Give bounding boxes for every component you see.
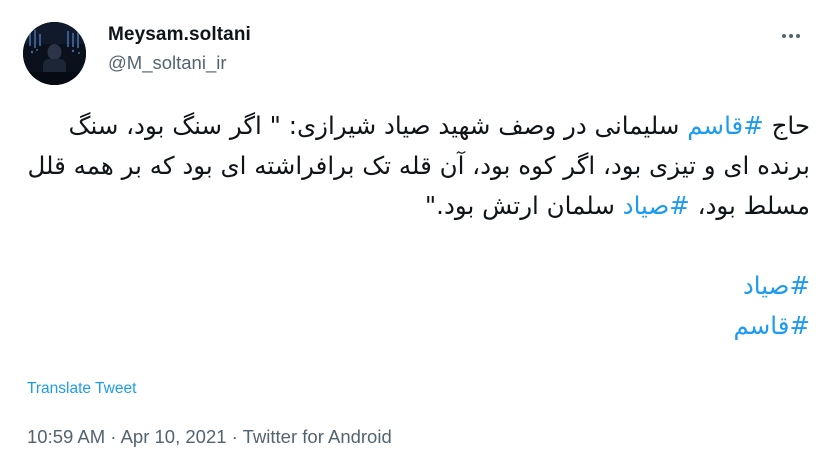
tweet-source[interactable]: Twitter for Android <box>243 426 392 447</box>
hashtag-link-sayad-2[interactable]: #صیاد <box>743 271 810 300</box>
meta-separator: · <box>105 426 121 447</box>
more-horizontal-icon <box>782 34 800 38</box>
tweet-text-prefix: حاج <box>763 111 810 140</box>
more-options-button[interactable] <box>779 26 803 46</box>
user-handle[interactable]: @M_soltani_ir <box>108 52 227 74</box>
hashtag-list: #صیاد <box>20 266 810 306</box>
translate-tweet-link[interactable]: Translate Tweet <box>27 380 136 398</box>
avatar[interactable] <box>23 22 86 85</box>
hashtag-link-sayad[interactable]: #صیاد <box>623 191 690 220</box>
hashtag-link-qasem[interactable]: #قاسم <box>687 111 764 140</box>
tweet-text-end: سلمان ارتش بود." <box>424 191 623 220</box>
meta-separator-2: · <box>226 426 243 447</box>
display-name[interactable]: Meysam.soltani <box>108 24 251 46</box>
hashtag-list-2: #قاسم <box>20 306 810 346</box>
tweet-date[interactable]: Apr 10, 2021 <box>121 426 227 447</box>
hashtag-link-qasem-2[interactable]: #قاسم <box>733 311 810 340</box>
tweet-text: حاج #قاسم سلیمانی در وصف شهید صیاد شیراز… <box>20 106 810 346</box>
avatar-image <box>23 22 86 85</box>
tweet-card: Meysam.soltani @M_soltani_ir حاج #قاسم س… <box>0 0 829 470</box>
tweet-metadata: 10:59 AM · Apr 10, 2021 · Twitter for An… <box>27 426 392 448</box>
tweet-time[interactable]: 10:59 AM <box>27 426 105 447</box>
tweet-paragraph: حاج #قاسم سلیمانی در وصف شهید صیاد شیراز… <box>20 106 810 226</box>
